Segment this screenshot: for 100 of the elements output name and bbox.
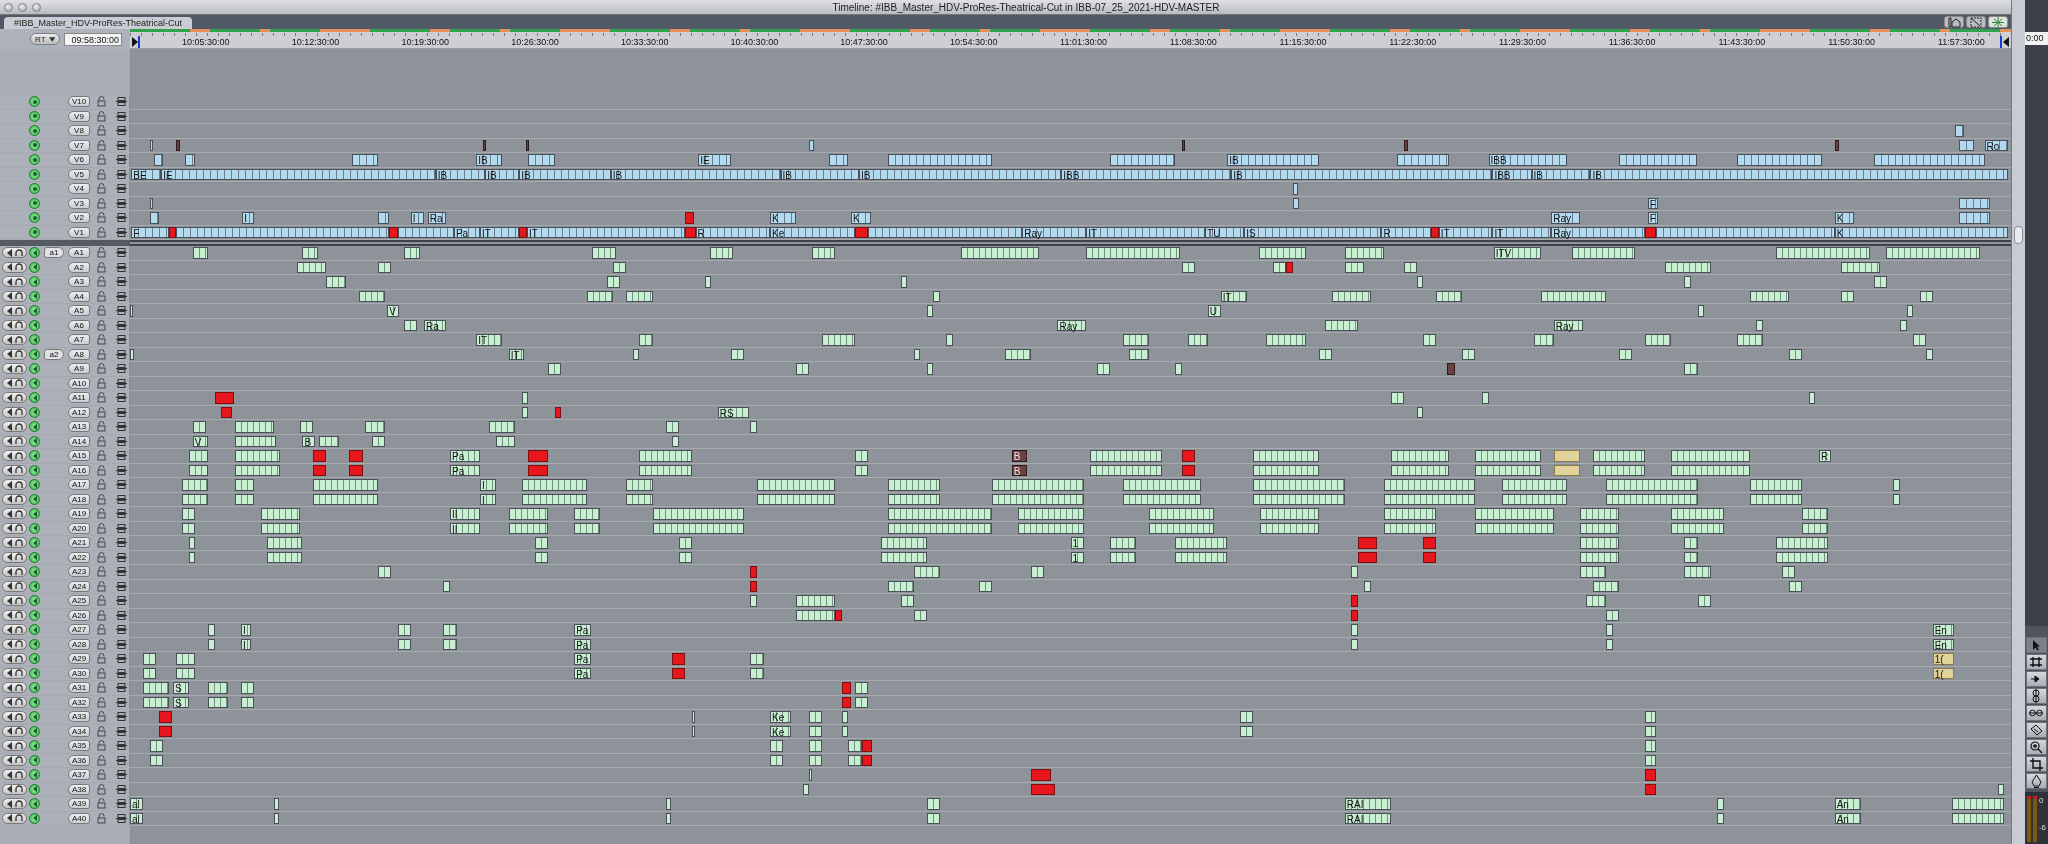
audio-clip[interactable]: Ke <box>770 711 791 723</box>
audio-clip[interactable]: An <box>1834 798 1861 810</box>
track-label-button[interactable]: A26 <box>68 609 90 621</box>
video-clip[interactable]: IB <box>1227 154 1319 166</box>
track-label-button[interactable]: A3 <box>68 276 90 288</box>
track-label-button[interactable]: A32 <box>68 696 90 708</box>
track-label-button[interactable]: A10 <box>68 377 90 389</box>
track-label-button[interactable]: A21 <box>68 537 90 549</box>
audio-clip[interactable]: V <box>387 305 400 317</box>
video-clip[interactable]: I <box>410 212 424 224</box>
audio-clip[interactable]: 1 <box>1070 551 1084 563</box>
track-label-button[interactable]: A28 <box>68 638 90 650</box>
timecode-field[interactable]: 09:58:30:00 <box>64 32 122 46</box>
source-patch-button[interactable]: a2 <box>44 348 64 360</box>
video-clip[interactable]: BE <box>131 168 162 180</box>
video-clip[interactable]: IB <box>858 168 1062 180</box>
track-label-button[interactable]: A38 <box>68 783 90 795</box>
track-label-button[interactable]: A25 <box>68 595 90 607</box>
video-clip[interactable]: IB <box>1231 168 1493 180</box>
audio-clip[interactable]: I <box>480 493 496 505</box>
audio-clip[interactable]: IT <box>508 348 525 360</box>
audio-clip[interactable]: En <box>1932 624 1954 636</box>
video-clip[interactable]: F <box>1647 197 1659 209</box>
track-label-button[interactable]: A27 <box>68 624 90 636</box>
track-label-button[interactable]: A18 <box>68 493 90 505</box>
audio-clip[interactable]: IT <box>1220 290 1247 302</box>
track-label-button[interactable]: A6 <box>68 319 90 331</box>
video-clip[interactable]: K <box>770 212 797 224</box>
audio-clip[interactable]: IT <box>476 334 503 346</box>
audio-clip[interactable]: B <box>302 435 316 447</box>
audio-clip[interactable]: Ke <box>770 725 791 737</box>
audio-clip[interactable]: Pa <box>574 653 592 665</box>
video-clip[interactable]: Ray <box>1022 226 1087 238</box>
track-label-button[interactable]: A17 <box>68 479 90 491</box>
track-label-button[interactable]: A14 <box>68 435 90 447</box>
audio-clip[interactable]: V <box>192 435 209 447</box>
video-clip[interactable]: IT <box>1438 226 1493 238</box>
track-label-button[interactable]: A20 <box>68 522 90 534</box>
video-clip[interactable]: IB <box>476 154 503 166</box>
track-label-button[interactable]: V3 <box>68 197 90 209</box>
source-patch-button[interactable]: a1 <box>44 247 64 259</box>
audio-clip[interactable]: Ray <box>1057 319 1087 331</box>
video-clip[interactable]: IT <box>1492 226 1552 238</box>
track-label-button[interactable]: V4 <box>68 183 90 195</box>
video-clip[interactable]: Ro <box>1984 139 2009 151</box>
audio-clip[interactable]: B <box>1011 464 1028 476</box>
video-clip[interactable]: IB <box>610 168 781 180</box>
track-label-button[interactable]: A34 <box>68 725 90 737</box>
sequence-tab[interactable]: #IBB_Master_HDV-ProRes-Theatrical-Cut <box>4 17 193 29</box>
video-clip[interactable]: Pa <box>453 226 481 238</box>
audio-clip[interactable]: Pa <box>574 667 592 679</box>
video-clip[interactable]: IB <box>1590 168 2009 180</box>
video-clip[interactable]: TU <box>1205 226 1245 238</box>
video-clip[interactable]: R <box>1381 226 1431 238</box>
track-label-button[interactable]: A19 <box>68 508 90 520</box>
audio-clip[interactable]: I <box>480 479 496 491</box>
video-clip[interactable]: IT <box>1086 226 1206 238</box>
audio-clip[interactable]: B <box>1011 450 1028 462</box>
video-clip[interactable]: Ra <box>427 212 447 224</box>
audio-clip[interactable]: An <box>1834 812 1861 824</box>
video-clip[interactable]: IB <box>485 168 520 180</box>
track-label-button[interactable]: A5 <box>68 305 90 317</box>
track-label-button[interactable]: V2 <box>68 212 90 224</box>
video-clip[interactable]: IS <box>1244 226 1382 238</box>
video-clip[interactable]: I <box>242 212 255 224</box>
video-clip[interactable]: IBB <box>1492 168 1532 180</box>
audio-clip[interactable]: Pa <box>450 450 481 462</box>
audio-clip[interactable]: Pa <box>574 638 592 650</box>
video-clip[interactable]: F <box>1647 212 1659 224</box>
track-label-button[interactable]: A31 <box>68 682 90 694</box>
audio-clip[interactable]: II <box>450 522 481 534</box>
track-label-button[interactable]: A22 <box>68 551 90 563</box>
track-label-button[interactable]: A15 <box>68 450 90 462</box>
track-label-button[interactable]: V7 <box>68 139 90 151</box>
video-clip[interactable]: IB <box>780 168 859 180</box>
track-label-button[interactable]: A7 <box>68 334 90 346</box>
track-label-button[interactable]: V1 <box>68 226 90 238</box>
video-clip[interactable]: IB <box>1531 168 1591 180</box>
video-clip[interactable]: F <box>131 226 170 238</box>
track-label-button[interactable]: A12 <box>68 406 90 418</box>
video-clip[interactable]: IBB <box>1488 154 1567 166</box>
audio-clip[interactable]: S <box>173 682 189 694</box>
audio-clip[interactable]: 1( <box>1932 653 1954 665</box>
track-label-button[interactable]: V9 <box>68 110 90 122</box>
video-clip[interactable]: K <box>1834 226 2009 238</box>
track-label-button[interactable]: A40 <box>68 812 90 824</box>
track-label-button[interactable]: A11 <box>68 392 90 404</box>
video-clip[interactable]: K <box>1834 212 1855 224</box>
video-clip[interactable]: IT <box>527 226 686 238</box>
audio-clip[interactable]: Pa <box>574 624 592 636</box>
audio-clip[interactable]: S <box>173 696 189 708</box>
track-label-button[interactable]: V8 <box>68 125 90 137</box>
audio-clip[interactable]: 1( <box>1932 667 1954 679</box>
audio-clip[interactable]: RAI <box>1344 812 1391 824</box>
track-label-button[interactable]: A1 <box>68 247 90 259</box>
audio-clip[interactable]: al <box>130 798 144 810</box>
video-clip[interactable]: Ray <box>1551 226 1646 238</box>
track-label-button[interactable]: A39 <box>68 798 90 810</box>
track-label-button[interactable]: A24 <box>68 580 90 592</box>
track-label-button[interactable]: A30 <box>68 667 90 679</box>
